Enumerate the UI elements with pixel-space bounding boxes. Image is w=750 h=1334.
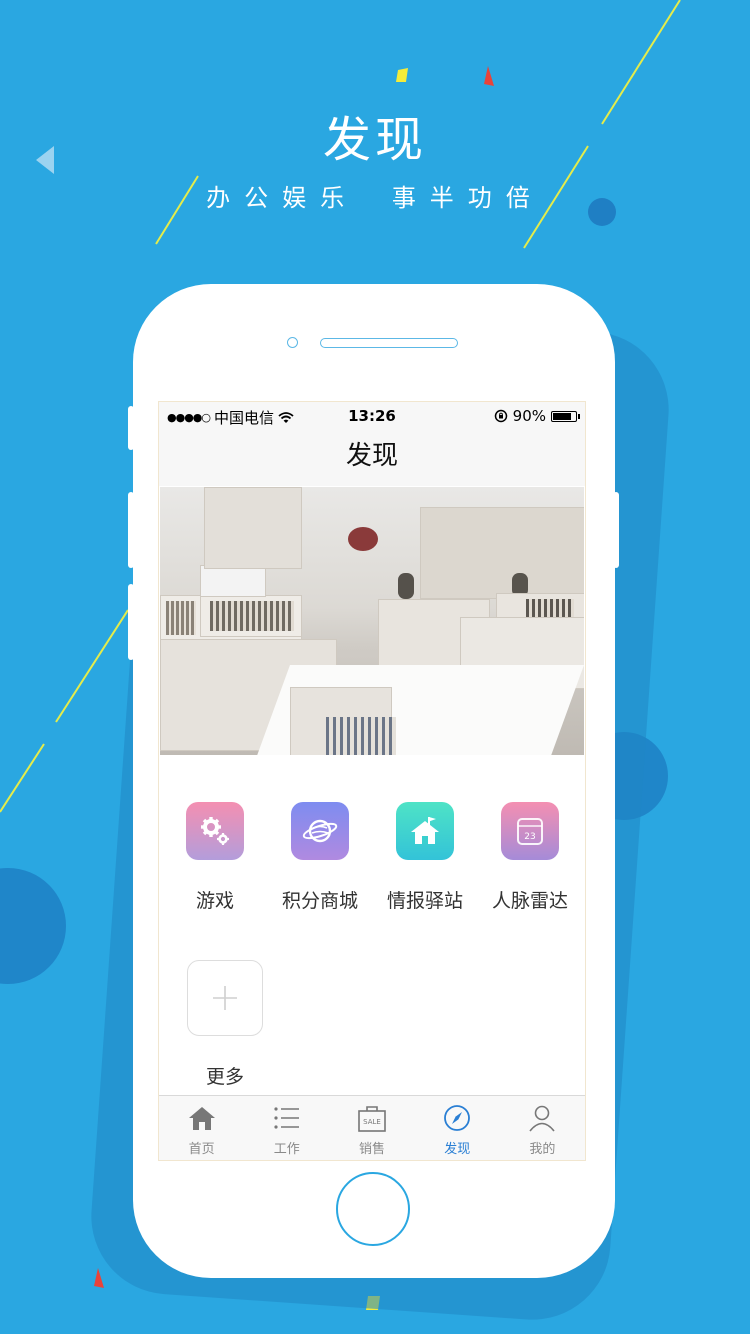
home-button[interactable] bbox=[336, 1172, 410, 1246]
list-icon bbox=[274, 1107, 299, 1129]
grid-item-contacts-radar[interactable]: 23 人脉雷达 bbox=[477, 802, 583, 913]
grid-item-more[interactable]: 更多 bbox=[172, 960, 278, 1089]
phone-mute-switch bbox=[128, 406, 134, 450]
tab-label: 销售 bbox=[359, 1142, 386, 1157]
status-bar: ●●●●○ 中国电信 13:26 90% bbox=[159, 402, 585, 430]
app-screen: ●●●●○ 中国电信 13:26 90% 发现 游戏 积分商城 情报驿站 23 … bbox=[158, 401, 586, 1161]
home-icon bbox=[188, 1107, 215, 1130]
gears-icon bbox=[186, 802, 244, 860]
person-icon bbox=[529, 1105, 556, 1132]
battery-percent: 90% bbox=[512, 407, 546, 425]
grid-label: 更多 bbox=[205, 1066, 244, 1088]
grid-label: 人脉雷达 bbox=[491, 890, 568, 912]
grid-item-intel-station[interactable]: 情报驿站 bbox=[372, 802, 478, 913]
grid-label: 游戏 bbox=[195, 890, 234, 912]
earpiece-speaker bbox=[320, 338, 458, 348]
compass-icon bbox=[444, 1105, 471, 1131]
rotation-lock-icon bbox=[494, 409, 507, 423]
banner-wall-unit bbox=[420, 507, 584, 599]
banner-books bbox=[166, 601, 196, 635]
grid-label: 积分商城 bbox=[281, 890, 358, 912]
calendar-day-number: 23 bbox=[524, 832, 535, 842]
tab-mine[interactable]: 我的 bbox=[500, 1096, 585, 1160]
tab-label: 发现 bbox=[444, 1142, 471, 1157]
tab-home[interactable]: 首页 bbox=[159, 1096, 244, 1160]
house-flag-icon bbox=[396, 802, 454, 860]
nav-title: 发现 bbox=[159, 430, 585, 486]
calendar-icon: 23 bbox=[501, 802, 559, 860]
tab-label: 工作 bbox=[273, 1142, 300, 1157]
grid-label: 情报驿站 bbox=[386, 890, 463, 912]
front-camera bbox=[287, 337, 298, 348]
phone-power-button bbox=[613, 492, 619, 568]
banner-flowers bbox=[348, 527, 378, 551]
tab-label: 首页 bbox=[188, 1142, 215, 1157]
phone-volume-down bbox=[128, 584, 134, 660]
banner-cabinet bbox=[204, 487, 302, 569]
tab-sales[interactable]: SALE 销售 bbox=[329, 1096, 414, 1160]
tab-discover[interactable]: 发现 bbox=[415, 1096, 500, 1160]
phone-volume-up bbox=[128, 492, 134, 568]
banner-books bbox=[326, 717, 396, 755]
plus-icon bbox=[187, 960, 263, 1036]
grid-item-points-mall[interactable]: 积分商城 bbox=[267, 802, 373, 913]
banner-books bbox=[210, 601, 294, 631]
grid-item-game[interactable]: 游戏 bbox=[162, 802, 268, 913]
headline: 发现 bbox=[322, 112, 427, 168]
banner-image[interactable] bbox=[160, 487, 584, 755]
banner-monitor bbox=[200, 565, 266, 597]
tagline-left: 办公娱乐 bbox=[206, 184, 359, 212]
tagline-right: 事半功倍 bbox=[391, 184, 544, 212]
tab-bar: 首页 工作 SALE 销售 发现 我的 bbox=[159, 1095, 585, 1160]
battery-icon bbox=[551, 410, 580, 422]
tagline: 办公娱乐 事半功倍 bbox=[0, 178, 750, 213]
planet-icon bbox=[291, 802, 349, 860]
tab-label: 我的 bbox=[529, 1142, 556, 1157]
banner-person bbox=[398, 573, 414, 599]
tab-work[interactable]: 工作 bbox=[244, 1096, 329, 1160]
sale-bag-icon: SALE bbox=[358, 1106, 386, 1132]
sale-text: SALE bbox=[363, 1118, 381, 1126]
